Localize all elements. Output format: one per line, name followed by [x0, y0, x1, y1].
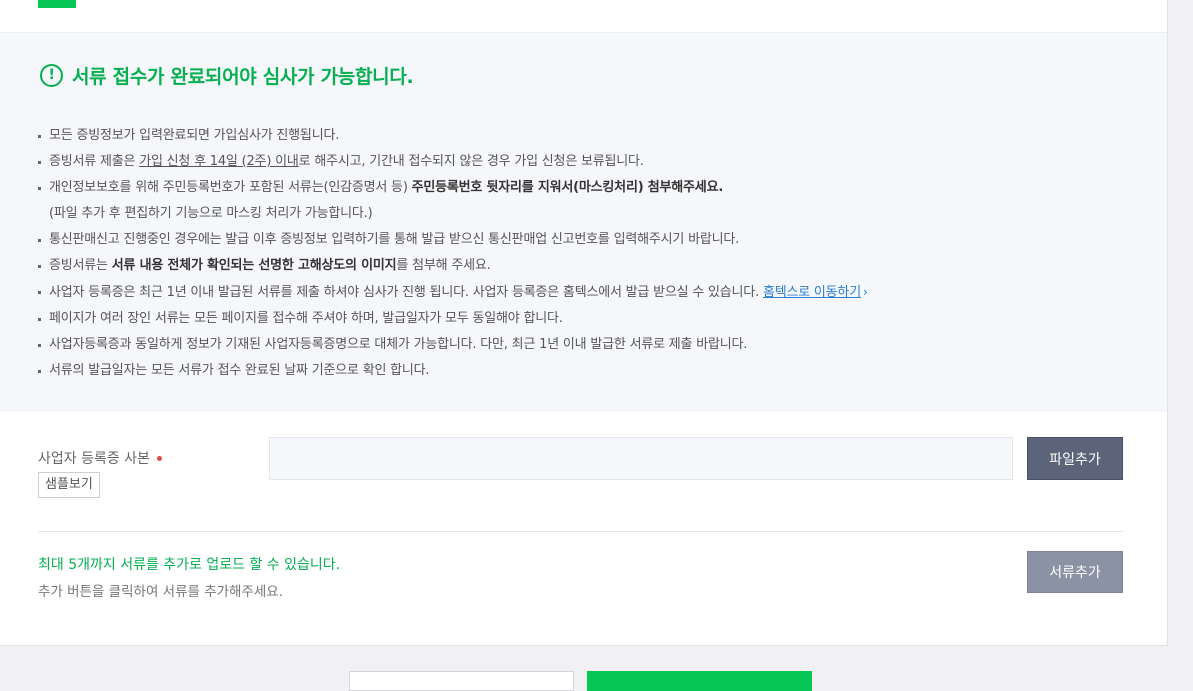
active-tab-indicator	[38, 0, 76, 8]
chevron-right-icon[interactable]: ›	[863, 285, 868, 299]
notice-title: ! 서류 접수가 완료되어야 심사가 가능합니다.	[40, 61, 414, 89]
upload-hint-text: 추가 버튼을 클릭하여 서류를 추가해주세요.	[38, 584, 284, 600]
notice-list: 모든 증빙정보가 입력완료되면 가입심사가 진행됩니다. 증빙서류 제출은 가입…	[38, 123, 868, 384]
list-item: 서류의 발급일자는 모든 서류가 접수 완료된 날짜 기준으로 확인 합니다.	[38, 358, 868, 384]
upload-limit-text: 최대 5개까지 서류를 추가로 업로드 할 수 있습니다.	[38, 557, 341, 573]
list-item: 개인정보보호를 위해 주민등록번호가 포함된 서류는(인감증명서 등) 주민등록…	[38, 175, 868, 227]
list-item: 사업자 등록증은 최근 1년 이내 발급된 서류를 제출 하셔야 심사가 진행 …	[38, 279, 868, 306]
list-item: 통신판매신고 진행중인 경우에는 발급 이후 증빙정보 입력하기를 통해 발급 …	[38, 227, 868, 253]
notice-panel: ! 서류 접수가 완료되어야 심사가 가능합니다. 모든 증빙정보가 입력완료되…	[0, 32, 1167, 412]
sample-view-button[interactable]: 샘플보기	[38, 472, 100, 498]
hometax-link[interactable]: 홈텍스로 이동하기	[763, 285, 861, 300]
image-quality-emphasis: 서류 내용 전체가 확인되는 선명한 고해상도의 이미지	[111, 258, 397, 273]
list-item: 증빙서류는 서류 내용 전체가 확인되는 선명한 고해상도의 이미지를 첨부해 …	[38, 253, 868, 279]
exclamation-circle-icon: !	[40, 63, 63, 87]
add-file-button[interactable]: 파일추가	[1027, 437, 1123, 480]
list-item: 사업자등록증과 동일하게 정보가 기재된 사업자등록증명으로 대체가 가능합니다…	[38, 332, 868, 358]
secondary-action-button[interactable]	[349, 671, 574, 691]
file-name-field[interactable]	[269, 437, 1013, 480]
business-registration-label: 사업자 등록증 사본	[38, 448, 162, 468]
notice-title-text: 서류 접수가 완료되어야 심사가 가능합니다.	[72, 65, 414, 88]
masking-subnote: (파일 추가 후 편집하기 기능으로 마스킹 처리가 가능합니다.)	[49, 206, 373, 221]
registration-card: ! 서류 접수가 완료되어야 심사가 가능합니다. 모든 증빙정보가 입력완료되…	[0, 0, 1168, 646]
divider	[38, 531, 1123, 532]
deadline-text: 가입 신청 후 14일 (2주) 이내	[139, 154, 299, 169]
list-item: 증빙서류 제출은 가입 신청 후 14일 (2주) 이내로 해주시고, 기간내 …	[38, 149, 868, 175]
required-indicator	[156, 455, 162, 461]
list-item: 모든 증빙정보가 입력완료되면 가입심사가 진행됩니다.	[38, 123, 868, 149]
primary-action-button[interactable]	[587, 671, 812, 691]
list-item: 페이지가 여러 장인 서류는 모든 페이지를 접수해 주셔야 하며, 발급일자가…	[38, 306, 868, 332]
masking-emphasis: 주민등록번호 뒷자리를 지워서(마스킹처리) 첨부해주세요.	[411, 180, 724, 195]
add-document-button[interactable]: 서류추가	[1027, 551, 1123, 593]
